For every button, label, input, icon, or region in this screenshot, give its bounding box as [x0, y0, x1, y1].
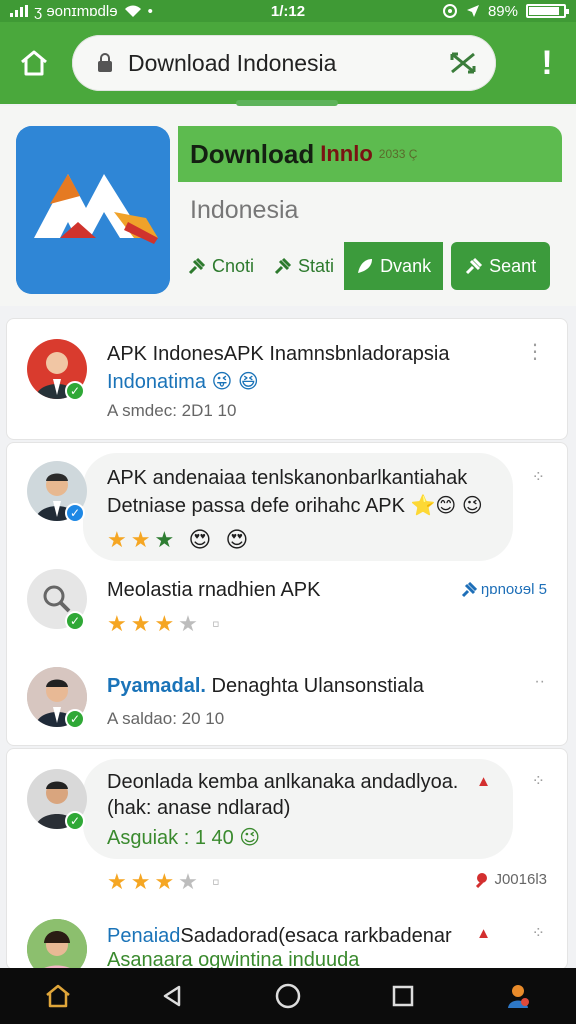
comment-line3: Asguiak : 1 40 😉 — [107, 827, 261, 849]
app-title-small: 2033 Ç — [378, 147, 418, 161]
nav-overview-button[interactable] — [383, 976, 423, 1016]
more-dots-icon[interactable]: ·· — [534, 674, 545, 690]
battery-icon — [526, 4, 569, 18]
comment-line1: Deonlada kemba anlkanaka andadlyoa. — [107, 771, 459, 793]
warning-icon[interactable]: ▲ — [476, 773, 491, 790]
rating-stars: ★★★ 😍 😍 — [107, 527, 253, 552]
verified-icon: ✓ — [65, 381, 85, 401]
status-time: 1/:12 — [270, 2, 306, 20]
person-icon — [27, 919, 87, 969]
home-button[interactable] — [14, 43, 54, 83]
pin-icon — [476, 872, 488, 888]
tag-text: ŋɒnoʊɘl 5 — [480, 581, 547, 598]
comment-header: PenaiadSadadorad(esaca rarkbadenar — [107, 925, 452, 948]
comment-text: Sadadorad(esaca rarkbadenar — [180, 925, 452, 947]
action-seant[interactable]: Seant — [451, 242, 551, 290]
home-icon — [21, 50, 47, 76]
action-dvank[interactable]: Dvank — [344, 242, 444, 290]
action-label: Seant — [489, 255, 537, 276]
tag-label[interactable]: ŋɒnoʊɘl 5 — [461, 581, 547, 598]
post-meta: A smdec: 2D1 10 — [107, 401, 237, 420]
comment-line2: (hak: anase ndlarad) — [107, 797, 291, 819]
url-text[interactable]: Download Indonesia — [128, 50, 448, 77]
app-actions: Cnoti Stati Dvank Seant — [178, 240, 562, 292]
comment-line2: Asanaara ogwintina induuda — [107, 949, 360, 970]
tag-text: J0016l3 — [494, 871, 547, 888]
system-nav-bar — [0, 968, 576, 1024]
app-subtitle: Indonesia — [190, 196, 299, 224]
comment-text: Denaghta Ulansonstiala — [211, 675, 424, 697]
verified-icon: ✓ — [65, 811, 85, 831]
grid-dots-icon[interactable]: ⁘ — [532, 774, 545, 790]
action-label: Dvank — [380, 255, 432, 276]
verified-icon: ✓ — [65, 611, 85, 631]
grid-dots-icon[interactable]: ⁘ — [532, 470, 545, 486]
rating-stars: ★★★★ ▫ — [107, 869, 224, 894]
comment-line1: APK andenaiaa tenlskanonbarlkantiahak — [107, 467, 468, 489]
rating-stars: ★★★★ ▫ — [107, 611, 224, 636]
verified-icon: ✓ — [65, 503, 85, 523]
avatar[interactable] — [27, 919, 87, 969]
comment-author[interactable]: Penaiad — [107, 925, 180, 947]
tag-label[interactable]: J0016l3 — [474, 871, 547, 888]
pin-icon — [461, 581, 477, 597]
post-card[interactable]: ✓ APK andenaiaa tenlskanonbarlkantiahak … — [6, 442, 568, 746]
pin-icon — [188, 257, 206, 275]
profile-icon — [508, 985, 530, 1008]
app-title-accent: Innlo — [320, 141, 373, 166]
status-bar: ʒ ɘonɪmɒdlɘ • 1/:12 89% — [0, 0, 576, 22]
post-card[interactable]: ✓ Deonlada kemba anlkanaka andadlyoa. (h… — [6, 748, 568, 970]
app-title-bar: Download Innlo 2033 Ç — [178, 126, 562, 182]
action-stati[interactable]: Stati — [264, 242, 344, 290]
app-logo[interactable] — [16, 126, 170, 294]
nav-home-button[interactable] — [38, 976, 78, 1016]
comment-author[interactable]: Pyamadal. — [107, 675, 206, 697]
square-icon: ▫ — [212, 611, 224, 636]
post-card[interactable]: ✓ APK IndonesAPK Inamnsbnladorapsia Indo… — [6, 318, 568, 440]
square-icon: ▫ — [212, 869, 224, 894]
leaf-icon — [358, 259, 373, 273]
back-icon — [163, 985, 181, 1007]
grid-dots-icon[interactable]: ⁘ — [532, 926, 545, 942]
battery-fill — [529, 7, 560, 15]
logo-graphic — [16, 126, 170, 294]
comment-header: Pyamadal. Denaghta Ulansonstiala — [107, 675, 424, 698]
url-bar[interactable]: Download Indonesia — [72, 35, 496, 91]
circle-icon — [275, 983, 301, 1009]
nav-profile-button[interactable] — [498, 976, 538, 1016]
action-cnoti[interactable]: Cnoti — [178, 242, 264, 290]
post-title: APK IndonesAPK Inamnsbnladorapsia — [107, 343, 450, 365]
nav-recents-circle-button[interactable] — [268, 976, 308, 1016]
square-icon — [392, 985, 414, 1007]
comment-meta: A saldao: 20 10 — [107, 709, 225, 728]
comment-line: Meolastia rnadhien APK — [107, 579, 321, 601]
browser-bar: Download Indonesia ! — [0, 22, 576, 104]
comment-line2: Detniase passa defe orihahc APK ⭐😊 😉 — [107, 495, 483, 517]
alert-button[interactable]: ! — [532, 43, 562, 83]
verified-icon: ✓ — [65, 709, 85, 729]
nav-back-button[interactable] — [153, 976, 193, 1016]
lock-icon — [98, 53, 112, 72]
warning-icon[interactable]: ▲ — [476, 925, 491, 942]
tabs-icon[interactable] — [448, 48, 478, 78]
app-card: Download Innlo 2033 Ç Indonesia Cnoti St… — [0, 106, 576, 306]
home-icon — [45, 984, 70, 1008]
action-label: Cnoti — [212, 255, 255, 276]
pin-icon — [274, 257, 292, 275]
post-subtitle[interactable]: Indonatima 😜 😆 — [107, 369, 259, 394]
reaction-emojis: 😍 😍 — [188, 527, 253, 552]
app-title: Download — [190, 138, 315, 169]
more-options-icon[interactable]: ⋮ — [525, 342, 545, 362]
action-label: Stati — [298, 255, 335, 276]
pin-icon — [466, 257, 483, 275]
